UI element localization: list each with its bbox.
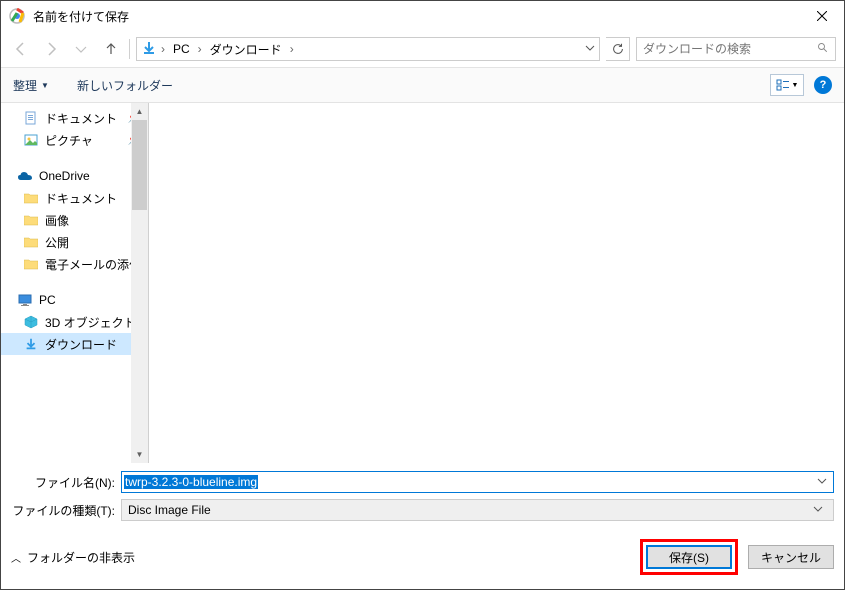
tree-item-pc-3d[interactable]: 3D オブジェクト [1,311,148,333]
chevron-right-icon[interactable]: › [196,42,204,56]
folder-icon [23,190,39,206]
up-button[interactable] [99,37,123,61]
search-box[interactable] [636,37,836,61]
tree-label: ダウンロード [45,336,117,353]
save-as-dialog: 名前を付けて保存 › PC › ダウンロード › [0,0,845,590]
title-bar: 名前を付けて保存 [1,1,844,31]
scrollbar-thumb[interactable] [132,120,147,210]
nav-bar: › PC › ダウンロード › [1,31,844,67]
crumb-downloads[interactable]: ダウンロード [206,41,286,58]
toolbar: 整理▼ 新しいフォルダー ▼ ? [1,67,844,103]
crumb-pc[interactable]: PC [169,42,194,56]
caret-down-icon: ▼ [41,81,49,90]
cube-icon [23,314,39,330]
filename-field[interactable]: twrp-3.2.3-0-blueline.img [121,471,834,493]
filetype-field[interactable]: Disc Image File [121,499,834,521]
scroll-up-icon[interactable]: ▲ [131,103,148,120]
help-button[interactable]: ? [814,76,832,94]
tree-item-od-mail[interactable]: 電子メールの添付 [1,253,148,275]
tree-item-pc-downloads[interactable]: ダウンロード [1,333,148,355]
pc-icon [17,292,33,308]
hide-folders-button[interactable]: ︿ フォルダーの非表示 [11,549,135,566]
search-icon [817,42,829,57]
tree-label: 電子メールの添付 [45,256,141,273]
tree-item-od-images[interactable]: 画像 [1,209,148,231]
chevron-right-icon[interactable]: › [159,42,167,56]
window-title: 名前を付けて保存 [33,8,799,25]
separator [129,39,130,59]
tree-item-onedrive[interactable]: OneDrive [1,165,148,187]
caret-down-icon: ▼ [792,82,799,89]
address-dropdown[interactable] [585,42,595,56]
tree-label: PC [39,293,56,307]
organize-button[interactable]: 整理▼ [13,77,49,94]
tree-label: 3D オブジェクト [45,314,136,331]
chevron-right-icon[interactable]: › [288,42,296,56]
search-input[interactable] [643,42,817,56]
tree-label: 画像 [45,212,69,229]
refresh-button[interactable] [606,37,630,61]
tree-item-pictures[interactable]: ピクチャ 📌 [1,129,148,151]
filename-label: ファイル名(N): [11,474,121,491]
tree-item-od-public[interactable]: 公開 [1,231,148,253]
tree-label: OneDrive [39,169,90,183]
document-icon [23,110,39,126]
filetype-value: Disc Image File [128,503,211,517]
footer-bar: ︿ フォルダーの非表示 保存(S) キャンセル [1,531,844,589]
back-button[interactable] [9,37,33,61]
tree-item-documents[interactable]: ドキュメント 📌 [1,107,148,129]
tree-label: 公開 [45,234,69,251]
form-area: ファイル名(N): twrp-3.2.3-0-blueline.img ファイル… [1,463,844,531]
new-folder-button[interactable]: 新しいフォルダー [77,77,173,94]
folder-tree[interactable]: ▲ ▼ ドキュメント 📌 ピクチャ 📌 OneDrive ドキュメント [1,103,149,463]
file-list[interactable] [149,103,844,463]
hide-folders-label: フォルダーの非表示 [27,549,135,566]
view-mode-button[interactable]: ▼ [770,74,804,96]
close-button[interactable] [799,1,844,31]
tree-item-pc[interactable]: PC [1,289,148,311]
onedrive-icon [17,168,33,184]
downloads-icon [141,40,157,59]
sidebar-scrollbar[interactable]: ▲ ▼ [131,103,148,463]
folder-icon [23,256,39,272]
scroll-down-icon[interactable]: ▼ [131,446,148,463]
tree-item-od-documents[interactable]: ドキュメント [1,187,148,209]
address-bar[interactable]: › PC › ダウンロード › [136,37,600,61]
body-area: ▲ ▼ ドキュメント 📌 ピクチャ 📌 OneDrive ドキュメント [1,103,844,463]
downloads-icon [23,336,39,352]
chrome-icon [9,8,25,24]
save-highlight: 保存(S) [640,539,738,575]
folder-icon [23,212,39,228]
folder-icon [23,234,39,250]
filename-dropdown[interactable] [813,475,831,489]
save-button[interactable]: 保存(S) [646,545,732,569]
tree-label: ドキュメント [45,190,117,207]
recent-button[interactable] [69,37,93,61]
forward-button[interactable] [39,37,63,61]
filetype-label: ファイルの種類(T): [11,502,121,519]
pictures-icon [23,132,39,148]
tree-label: ドキュメント [45,110,117,127]
cancel-button[interactable]: キャンセル [748,545,834,569]
filename-value: twrp-3.2.3-0-blueline.img [124,475,258,489]
tree-label: ピクチャ [45,132,93,149]
chevron-up-icon: ︿ [11,550,21,565]
filetype-dropdown[interactable] [809,503,827,517]
